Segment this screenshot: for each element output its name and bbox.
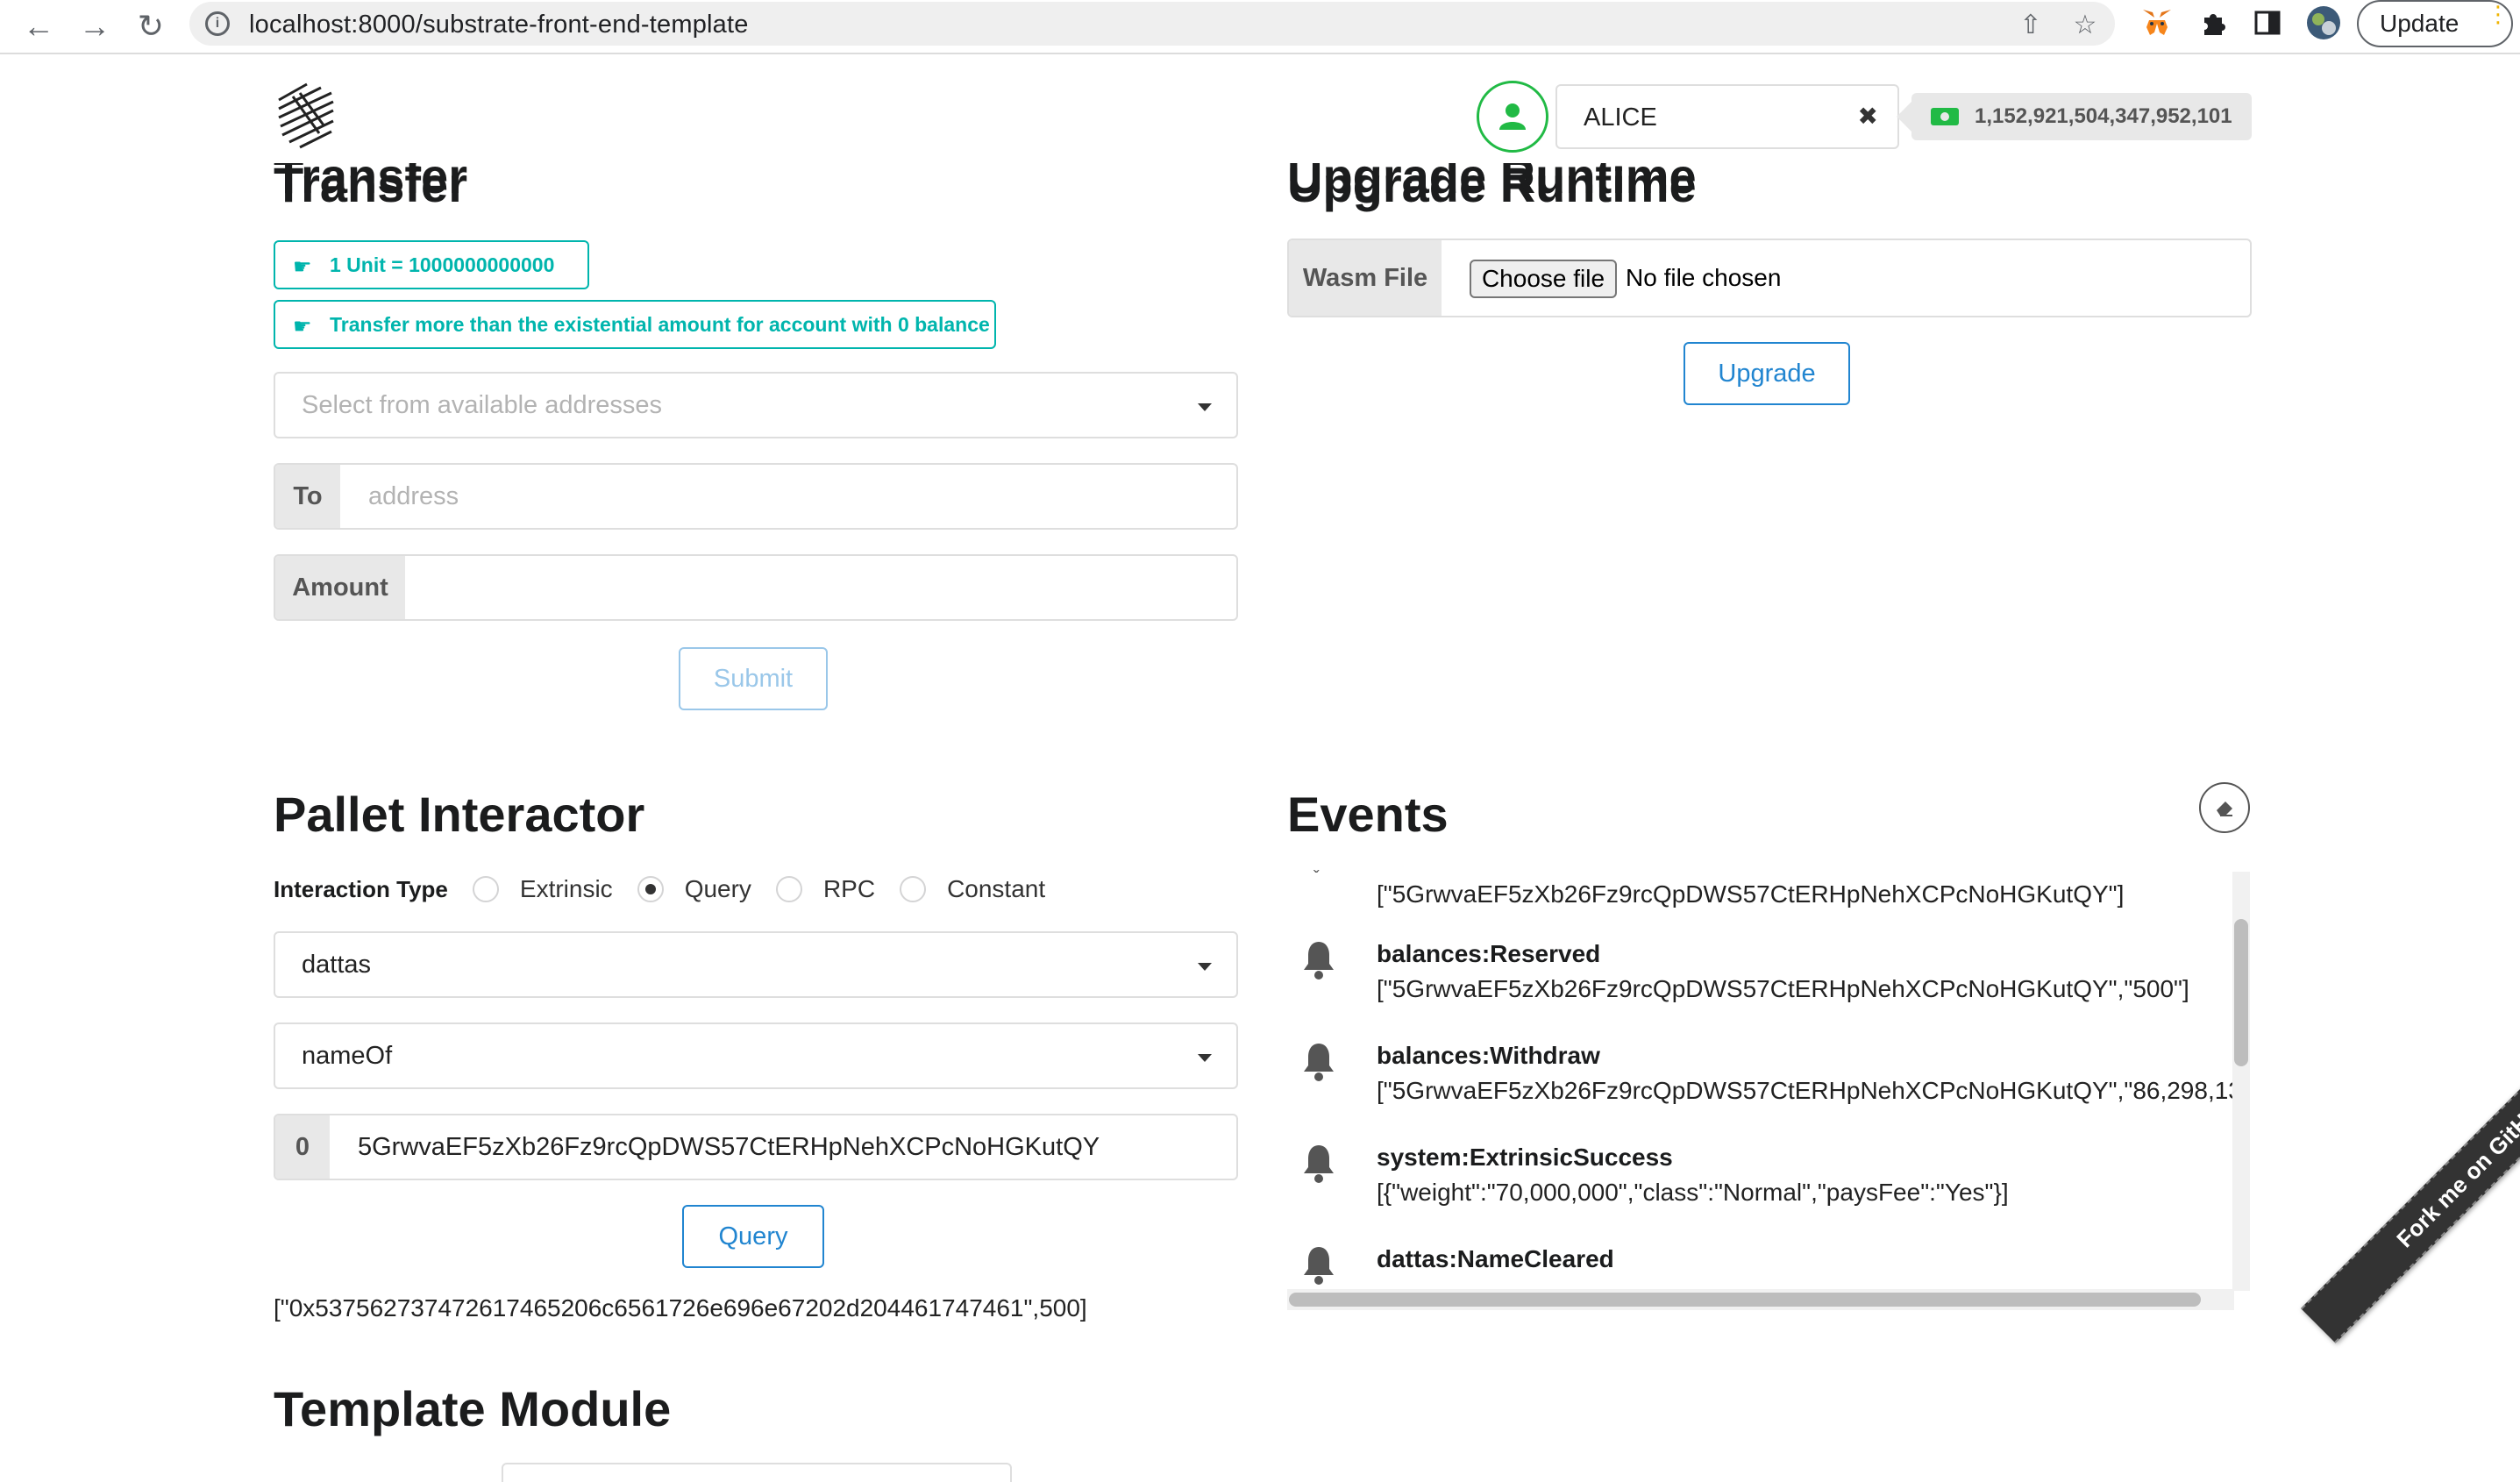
- wasm-file-field[interactable]: Wasm File Choose file No file chosen: [1287, 239, 2252, 317]
- browser-update-button[interactable]: Update ⋮: [2357, 0, 2513, 47]
- bell-icon: [1304, 1044, 1334, 1081]
- radio-extrinsic[interactable]: Extrinsic: [472, 875, 613, 903]
- more-menu-icon[interactable]: ⋮: [2487, 3, 2509, 25]
- clear-account-icon[interactable]: ✖: [1858, 102, 1878, 131]
- bell-icon: [1304, 1247, 1334, 1285]
- dropdown-caret-icon: [1198, 403, 1212, 411]
- radio-constant-label: Constant: [947, 875, 1046, 902]
- template-module-heading: Template Module: [274, 1381, 672, 1436]
- browser-update-label: Update: [2380, 10, 2459, 37]
- unit-info-label: ☛ 1 Unit = 1000000000000: [274, 240, 589, 289]
- existential-info-text: Transfer more than the existential amoun…: [330, 312, 990, 336]
- event-name: balances:Withdraw: [1377, 1042, 1600, 1069]
- header-mask-right: [1456, 56, 2520, 75]
- account-avatar-button[interactable]: [1477, 81, 1548, 153]
- pallet-dropdown-value: dattas: [302, 951, 371, 979]
- events-feed[interactable]: ˇ ["5GrwvaEF5zXb26Fz9rcQpDWS57CtERHpNehX…: [1287, 870, 2252, 1310]
- eraser-icon: [2217, 802, 2232, 816]
- template-module-input[interactable]: [502, 1463, 1012, 1482]
- dropdown-caret-icon: [1198, 963, 1212, 971]
- query-button[interactable]: Query: [682, 1205, 824, 1268]
- query-result-text: ["0x537562737472617465206c6561726e696e67…: [274, 1294, 1087, 1322]
- events-vertical-scroll-thumb[interactable]: [2234, 919, 2248, 1066]
- header-mask: [0, 56, 1456, 163]
- money-icon: [1931, 108, 1959, 125]
- event-partial-data: ["5GrwvaEF5zXb26Fz9rcQpDWS57CtERHpNehXCP…: [1377, 880, 2125, 908]
- interaction-type-label: Interaction Type: [274, 875, 448, 902]
- share-icon[interactable]: ⇧: [2015, 9, 2047, 40]
- bookmark-star-icon[interactable]: ☆: [2069, 9, 2101, 40]
- radio-query-circle[interactable]: [637, 876, 664, 902]
- radio-query[interactable]: Query: [637, 875, 751, 903]
- to-label: To: [275, 465, 340, 528]
- callable-dropdown-value: nameOf: [302, 1042, 393, 1070]
- site-info-icon[interactable]: i: [205, 11, 230, 36]
- unit-info-text: 1 Unit = 1000000000000: [330, 253, 555, 276]
- from-address-dropdown[interactable]: Select from available addresses: [274, 372, 1238, 438]
- upgrade-heading-visible: Upgrade Runtime: [1287, 156, 1697, 203]
- no-file-chosen-text: No file chosen: [1626, 264, 1782, 291]
- to-address-input[interactable]: address: [368, 482, 459, 511]
- account-selector-dropdown[interactable]: ALICE ✖: [1555, 84, 1899, 149]
- bell-icon-partial: ˇ: [1313, 870, 1320, 887]
- upgrade-button[interactable]: Upgrade: [1684, 342, 1850, 405]
- dropdown-caret-icon: [1198, 1054, 1212, 1062]
- existential-info-label: ☛ Transfer more than the existential amo…: [274, 300, 996, 349]
- interaction-type-group: Interaction Type Extrinsic Query RPC Con…: [274, 872, 1070, 907]
- from-address-placeholder: Select from available addresses: [302, 391, 663, 419]
- account-balance-value: 1,152,921,504,347,952,101: [1975, 104, 2232, 128]
- pallet-dropdown[interactable]: dattas: [274, 931, 1238, 998]
- user-icon: [1499, 103, 1526, 130]
- radio-rpc[interactable]: RPC: [775, 875, 876, 903]
- forward-arrow-icon[interactable]: →: [74, 5, 116, 47]
- substrate-logo-overlay: [274, 81, 338, 153]
- radio-rpc-circle[interactable]: [775, 876, 802, 902]
- radio-query-label: Query: [684, 875, 751, 902]
- wasm-file-label: Wasm File: [1289, 240, 1442, 316]
- transfer-heading-clip: Transfer: [274, 156, 467, 209]
- bell-icon: [1304, 942, 1334, 980]
- clear-events-button[interactable]: [2199, 782, 2250, 833]
- extensions-puzzle-icon[interactable]: [2196, 5, 2231, 40]
- submit-transfer-button[interactable]: Submit: [679, 647, 828, 710]
- browser-toolbar: ← → ↻ i localhost:8000/substrate-front-e…: [0, 0, 2520, 54]
- radio-extrinsic-circle[interactable]: [472, 876, 499, 902]
- address-bar-url: localhost:8000/substrate-front-end-templ…: [249, 11, 749, 39]
- event-name: dattas:NameCleared: [1377, 1245, 1614, 1272]
- param-index-label: 0: [275, 1115, 330, 1179]
- back-arrow-icon[interactable]: ←: [18, 5, 60, 47]
- metamask-fox-icon[interactable]: [2139, 5, 2175, 40]
- account-name: ALICE: [1584, 103, 1657, 132]
- event-data: ["5GrwvaEF5zXb26Fz9rcQpDWS57CtERHpNehXCP…: [1377, 975, 2189, 1002]
- address-bar[interactable]: i localhost:8000/substrate-front-end-tem…: [189, 2, 2115, 46]
- reload-icon[interactable]: ↻: [130, 5, 172, 47]
- param-input[interactable]: 5GrwvaEF5zXb26Fz9rcQpDWS57CtERHpNehXCPcN…: [358, 1133, 1100, 1162]
- fork-me-on-github-ribbon[interactable]: Fork me on GitHub: [2301, 998, 2520, 1343]
- event-name: system:ExtrinsicSuccess: [1377, 1144, 1673, 1171]
- callable-dropdown[interactable]: nameOf: [274, 1022, 1238, 1089]
- events-heading: Events: [1287, 787, 1449, 842]
- events-horizontal-scroll-thumb[interactable]: [1289, 1293, 2201, 1307]
- radio-rpc-label: RPC: [822, 875, 876, 902]
- hand-pointing-icon: ☛: [293, 255, 312, 279]
- upgrade-heading-clip: Upgrade Runtime: [1287, 156, 1697, 209]
- amount-label: Amount: [275, 556, 405, 619]
- event-data: ["5GrwvaEF5zXb26Fz9rcQpDWS57CtERHpNehXCP…: [1377, 1077, 2242, 1104]
- radio-constant-circle[interactable]: [900, 876, 927, 902]
- event-name: balances:Reserved: [1377, 940, 1601, 967]
- account-balance-label: 1,152,921,504,347,952,101: [1911, 93, 2252, 140]
- param-field[interactable]: 0 5GrwvaEF5zXb26Fz9rcQpDWS57CtERHpNehXCP…: [274, 1114, 1238, 1180]
- pallet-interactor-heading: Pallet Interactor: [274, 787, 645, 842]
- bell-icon: [1304, 1145, 1334, 1183]
- to-address-field[interactable]: To address: [274, 463, 1238, 530]
- side-panel-icon[interactable]: [2250, 5, 2285, 40]
- radio-extrinsic-label: Extrinsic: [519, 875, 613, 902]
- profile-avatar-icon[interactable]: [2306, 5, 2341, 40]
- choose-file-button[interactable]: Choose file: [1470, 260, 1617, 298]
- amount-field[interactable]: Amount: [274, 554, 1238, 621]
- event-data: [{"weight":"70,000,000","class":"Normal"…: [1377, 1179, 2009, 1206]
- transfer-heading-visible: Transfer: [274, 156, 467, 203]
- radio-constant[interactable]: Constant: [900, 875, 1045, 903]
- hand-pointing-icon: ☛: [293, 315, 312, 338]
